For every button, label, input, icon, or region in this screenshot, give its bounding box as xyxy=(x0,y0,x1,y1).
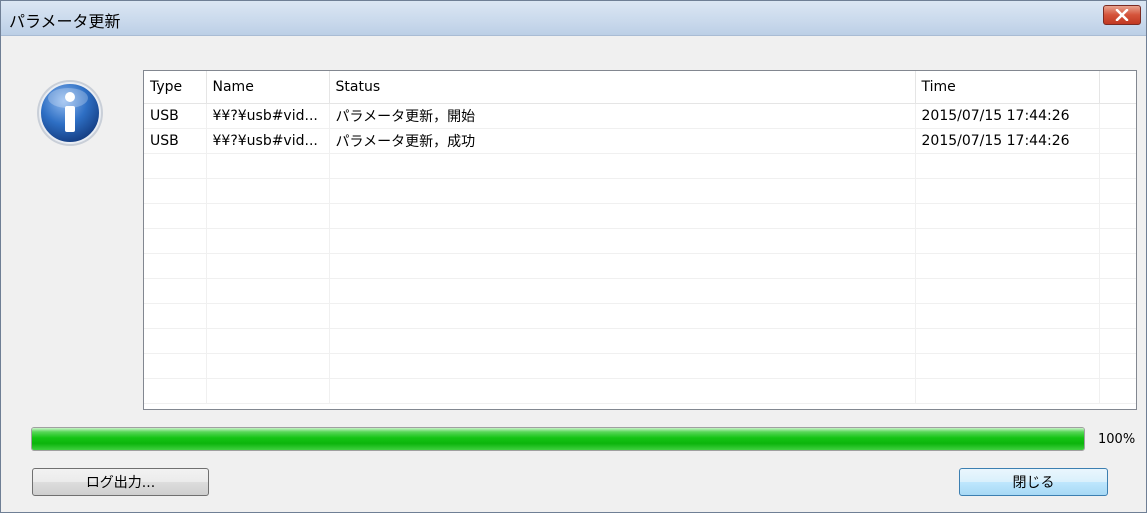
log-list[interactable]: Type Name Status Time USB ¥¥?¥usb#vid...… xyxy=(143,70,1137,410)
cell-type: USB xyxy=(144,103,207,129)
empty-row xyxy=(144,278,1136,304)
empty-row xyxy=(144,328,1136,354)
dialog-window: パラメータ更新 Type Name Status Time USB ¥¥?¥us… xyxy=(0,0,1147,513)
table-row[interactable]: USB ¥¥?¥usb#vid... パラメータ更新，成功 2015/07/15… xyxy=(144,128,1136,154)
empty-row xyxy=(144,353,1136,379)
column-header-time[interactable]: Time xyxy=(915,71,1100,104)
close-button[interactable]: 閉じる xyxy=(959,468,1108,496)
cell-filler xyxy=(1099,128,1136,154)
cell-type: USB xyxy=(144,128,207,154)
cell-time: 2015/07/15 17:44:26 xyxy=(915,128,1100,154)
table-row[interactable]: USB ¥¥?¥usb#vid... パラメータ更新，開始 2015/07/15… xyxy=(144,103,1136,129)
cell-status: パラメータ更新，成功 xyxy=(329,128,916,154)
empty-row xyxy=(144,378,1136,404)
cell-name: ¥¥?¥usb#vid... xyxy=(206,128,330,154)
info-icon xyxy=(37,80,103,146)
title-bar[interactable]: パラメータ更新 xyxy=(1,1,1146,36)
window-title: パラメータ更新 xyxy=(9,12,121,31)
progress-fill xyxy=(32,428,1084,450)
empty-row xyxy=(144,178,1136,204)
empty-row xyxy=(144,303,1136,329)
progress-percent: 100% xyxy=(1098,432,1136,447)
close-icon xyxy=(1115,9,1129,21)
column-header-type[interactable]: Type xyxy=(144,71,207,104)
empty-row xyxy=(144,203,1136,229)
log-export-button[interactable]: ログ出力... xyxy=(32,468,209,496)
cell-filler xyxy=(1099,103,1136,129)
empty-row xyxy=(144,253,1136,279)
progress-bar xyxy=(31,427,1085,451)
column-header-status[interactable]: Status xyxy=(329,71,916,104)
cell-name: ¥¥?¥usb#vid... xyxy=(206,103,330,129)
cell-status: パラメータ更新，開始 xyxy=(329,103,916,129)
column-header-name[interactable]: Name xyxy=(206,71,330,104)
empty-row xyxy=(144,228,1136,254)
cell-time: 2015/07/15 17:44:26 xyxy=(915,103,1100,129)
window-close-button[interactable] xyxy=(1103,5,1141,25)
empty-row xyxy=(144,153,1136,179)
column-header-filler xyxy=(1099,71,1136,104)
